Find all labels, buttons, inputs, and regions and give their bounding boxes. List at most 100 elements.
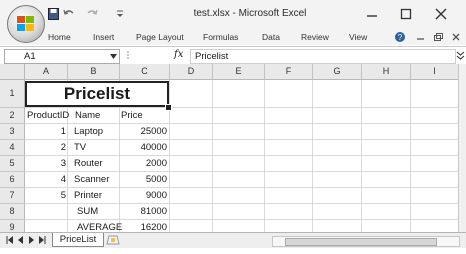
cell-a7[interactable]: 5 [61, 190, 66, 201]
gridline [25, 187, 458, 188]
cell-a5[interactable]: 3 [61, 158, 66, 169]
cell-a1-title[interactable]: Pricelist [25, 81, 169, 107]
column-header-b[interactable]: B [68, 64, 120, 80]
worksheet-grid[interactable]: A B C D E F G H I 1 2 3 4 5 6 7 8 9 Pric… [0, 64, 459, 254]
gridline [25, 203, 458, 204]
insert-function-button[interactable]: fx [174, 49, 183, 60]
gridline [25, 219, 458, 220]
row-header-3[interactable]: 3 [0, 124, 25, 140]
close-button[interactable] [433, 6, 449, 22]
maximize-button[interactable] [398, 6, 414, 22]
cell-b7[interactable]: Printer [74, 190, 102, 201]
cell-b6[interactable]: Scanner [74, 174, 109, 185]
cell-c3[interactable]: 25000 [141, 126, 167, 137]
horizontal-scroll-thumb[interactable] [285, 238, 437, 246]
formula-input[interactable]: Pricelist [190, 49, 456, 64]
customize-qat-icon[interactable] [116, 7, 124, 21]
office-logo-icon [17, 16, 34, 31]
column-header-h[interactable]: H [362, 64, 411, 80]
row-header-7[interactable]: 7 [0, 188, 25, 204]
workbook-close-icon[interactable] [450, 31, 462, 43]
column-header-a[interactable]: A [25, 64, 68, 80]
window-title: test.xlsx - Microsoft Excel [193, 8, 307, 19]
formula-input-value: Pricelist [195, 51, 229, 62]
insert-sheet-icon[interactable] [106, 235, 120, 245]
cell-b2[interactable]: Name [75, 110, 100, 121]
formula-buttons: fx [124, 49, 186, 62]
expand-formula-bar-icon[interactable] [456, 49, 465, 62]
tab-home[interactable]: Home [48, 32, 71, 42]
horizontal-scrollbar[interactable] [272, 236, 460, 247]
cell-b4[interactable]: TV [74, 142, 86, 153]
office-button[interactable] [7, 5, 45, 43]
cell-c4[interactable]: 40000 [141, 142, 167, 153]
cell-b8[interactable]: SUM [77, 206, 98, 217]
redo-icon[interactable] [86, 7, 98, 21]
row-header-8[interactable]: 8 [0, 204, 25, 220]
help-icon[interactable]: ? [394, 31, 406, 43]
prev-sheet-icon[interactable] [17, 236, 24, 244]
row-header-2[interactable]: 2 [0, 108, 25, 124]
column-header-f[interactable]: F [265, 64, 313, 80]
excel-window: test.xlsx - Microsoft Excel Home Insert … [0, 0, 466, 248]
next-sheet-icon[interactable] [28, 236, 35, 244]
svg-text:?: ? [398, 33, 403, 42]
cell-c8[interactable]: 81000 [141, 206, 167, 217]
name-box-value: A1 [24, 51, 36, 62]
cell-c6[interactable]: 5000 [146, 174, 167, 185]
cell-b3[interactable]: Laptop [74, 126, 103, 137]
gridline [25, 139, 458, 140]
column-header-d[interactable]: D [170, 64, 213, 80]
tab-data[interactable]: Data [262, 32, 280, 42]
cell-c5[interactable]: 2000 [146, 158, 167, 169]
fill-handle[interactable] [165, 104, 172, 111]
chevron-down-icon[interactable] [110, 54, 117, 59]
column-header-g[interactable]: G [313, 64, 362, 80]
gridline [410, 80, 411, 244]
cell-a3[interactable]: 1 [61, 126, 66, 137]
ribbon-restore-icon[interactable] [432, 31, 444, 43]
gridline [212, 80, 213, 244]
gridline [25, 171, 458, 172]
tab-page-layout[interactable]: Page Layout [136, 32, 184, 42]
cell-b5[interactable]: Router [74, 158, 103, 169]
title-bar: test.xlsx - Microsoft Excel [0, 0, 466, 43]
minimize-button[interactable] [364, 6, 380, 22]
gridline [361, 80, 362, 244]
row-header-5[interactable]: 5 [0, 156, 25, 172]
vertical-scrollbar[interactable] [458, 64, 466, 232]
tab-formulas[interactable]: Formulas [203, 32, 238, 42]
sheet-tab-bar: PriceList [0, 232, 466, 248]
ribbon-minimize-icon[interactable] [415, 31, 427, 43]
row-header-4[interactable]: 4 [0, 140, 25, 156]
column-header-e[interactable]: E [213, 64, 265, 80]
column-header-i[interactable]: I [411, 64, 459, 80]
minimize-icon [367, 15, 377, 17]
cell-a4[interactable]: 2 [61, 142, 66, 153]
save-icon[interactable] [48, 7, 59, 21]
name-box[interactable]: A1 [4, 49, 120, 64]
gridline [25, 107, 458, 108]
last-sheet-icon[interactable] [39, 236, 46, 244]
tab-insert[interactable]: Insert [93, 32, 114, 42]
undo-icon[interactable] [63, 7, 75, 21]
tab-view[interactable]: View [349, 32, 367, 42]
select-all-corner[interactable] [0, 64, 25, 80]
formula-bar: A1 fx Pricelist [0, 46, 466, 66]
resize-grip-icon [127, 51, 129, 59]
row-header-1[interactable]: 1 [0, 80, 25, 108]
tab-review[interactable]: Review [301, 32, 329, 42]
cell-c7[interactable]: 9000 [146, 190, 167, 201]
sheet-tab-pricelist[interactable]: PriceList [52, 233, 104, 247]
cell-c2[interactable]: Price [121, 110, 143, 121]
gridline [264, 80, 265, 244]
gridline [312, 80, 313, 244]
first-sheet-icon[interactable] [6, 236, 13, 244]
gridline [25, 123, 458, 124]
gridline [25, 155, 458, 156]
column-header-c[interactable]: C [120, 64, 170, 80]
close-icon [435, 8, 447, 20]
cell-a2[interactable]: ProductID [27, 110, 69, 121]
cell-a6[interactable]: 4 [61, 174, 66, 185]
row-header-6[interactable]: 6 [0, 172, 25, 188]
